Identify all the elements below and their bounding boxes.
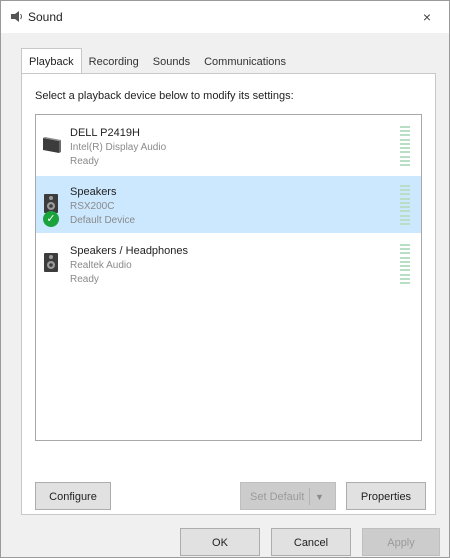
- volume-meter: [400, 185, 410, 225]
- tab-strip: Playback Recording Sounds Communications: [21, 48, 293, 75]
- speaker-icon: [11, 11, 22, 22]
- device-status: Default Device: [70, 215, 136, 226]
- device-name: DELL P2419H: [70, 127, 140, 139]
- device-status: Ready: [70, 156, 99, 167]
- chevron-down-icon[interactable]: ▼: [315, 483, 324, 511]
- device-description: Intel(R) Display Audio: [70, 142, 167, 153]
- device-description: RSX200C: [70, 201, 115, 212]
- device-item-dell-p2419h[interactable]: DELL P2419H Intel(R) Display Audio Ready: [36, 117, 421, 174]
- sound-dialog: Sound × Playback Recording Sounds Commun…: [0, 0, 450, 558]
- instruction-text: Select a playback device below to modify…: [35, 90, 294, 102]
- device-status: Ready: [70, 274, 99, 285]
- cancel-button[interactable]: Cancel: [271, 528, 351, 556]
- tab-playback[interactable]: Playback: [21, 48, 82, 75]
- volume-meter: [400, 244, 410, 284]
- device-list[interactable]: DELL P2419H Intel(R) Display Audio Ready…: [35, 114, 422, 441]
- tab-communications[interactable]: Communications: [197, 50, 293, 73]
- device-item-speakers[interactable]: ✓ Speakers RSX200C Default Device: [36, 176, 421, 233]
- device-name: Speakers: [70, 186, 117, 198]
- device-name: Speakers / Headphones: [70, 245, 189, 257]
- device-description: Realtek Audio: [70, 260, 132, 271]
- default-check-icon: ✓: [43, 211, 59, 227]
- title-bar: Sound ×: [1, 1, 449, 33]
- set-default-button[interactable]: Set Default ▼: [240, 482, 336, 510]
- apply-button[interactable]: Apply: [362, 528, 440, 556]
- close-button[interactable]: ×: [405, 1, 449, 33]
- tab-recording[interactable]: Recording: [82, 50, 146, 73]
- device-item-speakers-headphones[interactable]: Speakers / Headphones Realtek Audio Read…: [36, 235, 421, 292]
- speaker-icon: [44, 253, 58, 272]
- configure-button[interactable]: Configure: [35, 482, 111, 510]
- tab-sounds[interactable]: Sounds: [146, 50, 197, 73]
- playback-panel: Select a playback device below to modify…: [21, 73, 436, 515]
- properties-button[interactable]: Properties: [346, 482, 426, 510]
- ok-button[interactable]: OK: [180, 528, 260, 556]
- volume-meter: [400, 126, 410, 166]
- monitor-icon: [43, 137, 61, 153]
- set-default-label: Set Default: [250, 491, 305, 503]
- window-title: Sound: [28, 10, 63, 24]
